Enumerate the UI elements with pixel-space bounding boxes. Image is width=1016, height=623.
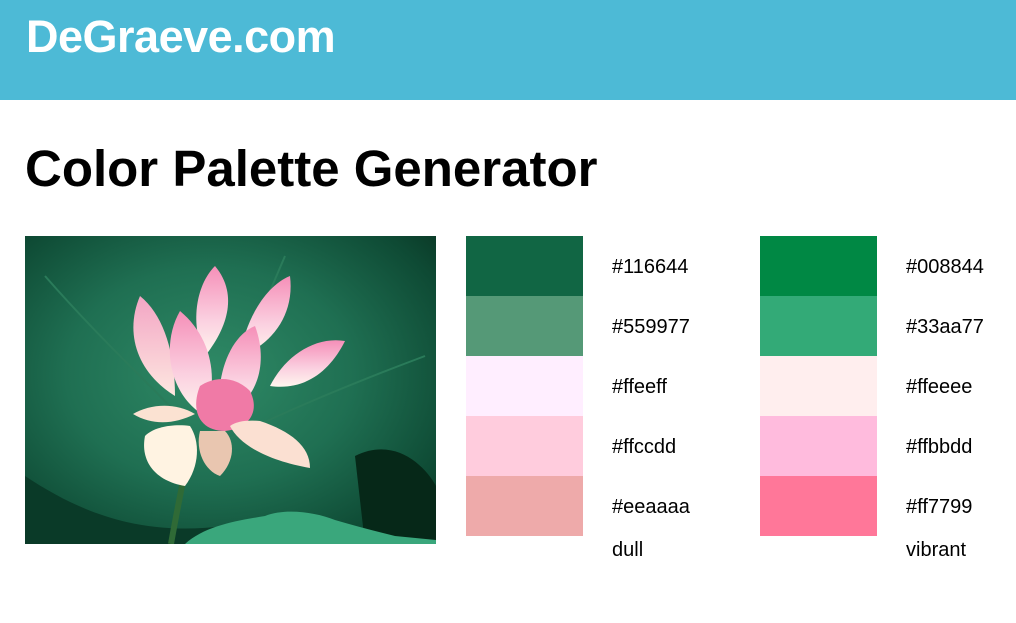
hex-label-vibrant-3: #ffeeee — [906, 376, 973, 398]
swatch-dull-5[interactable] — [466, 476, 583, 536]
site-title-link[interactable]: DeGraeve.com — [26, 11, 336, 63]
page-title: Color Palette Generator — [25, 140, 598, 197]
swatch-vibrant-2[interactable] — [760, 296, 877, 356]
swatch-vibrant-5[interactable] — [760, 476, 877, 536]
swatch-vibrant-3[interactable] — [760, 356, 877, 416]
hex-label-vibrant-2: #33aa77 — [906, 316, 984, 338]
hex-label-vibrant-1: #008844 — [906, 256, 984, 278]
hex-label-dull-1: #116644 — [612, 256, 689, 278]
hex-label-dull-2: #559977 — [612, 316, 690, 338]
swatch-dull-4[interactable] — [466, 416, 583, 476]
hex-label-dull-3: #ffeeff — [612, 376, 667, 398]
hex-label-dull-4: #ffccdd — [612, 436, 677, 458]
swatch-dull-2[interactable] — [466, 296, 583, 356]
hex-label-dull-5: #eeaaaa — [612, 496, 690, 518]
swatch-vibrant-4[interactable] — [760, 416, 877, 476]
lotus-illustration — [25, 255, 436, 544]
swatch-dull-3[interactable] — [466, 356, 583, 416]
palette-label-dull: dull — [612, 539, 644, 561]
swatch-vibrant-1[interactable] — [760, 236, 877, 296]
lotus-photo — [25, 236, 436, 544]
hex-label-vibrant-4: #ffbbdd — [906, 436, 973, 458]
site-header: DeGraeve.com — [0, 0, 1016, 100]
swatch-dull-1[interactable] — [466, 236, 583, 296]
palette-label-vibrant: vibrant — [906, 539, 967, 561]
hex-label-vibrant-5: #ff7799 — [906, 496, 973, 518]
